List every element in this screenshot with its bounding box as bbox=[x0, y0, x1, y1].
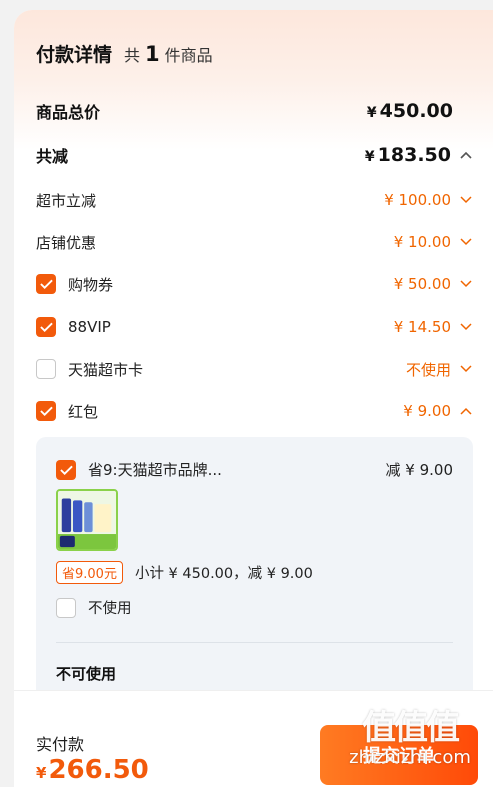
red-packet-checkbox[interactable] bbox=[36, 401, 56, 421]
total-price-value: ¥450.00 bbox=[366, 100, 453, 122]
chevron-up-icon[interactable] bbox=[457, 404, 475, 418]
chevron-down-icon[interactable] bbox=[457, 193, 475, 207]
total-price-label: 商品总价 bbox=[36, 103, 101, 122]
coupon-title: 省9:天猫超市品牌... bbox=[88, 461, 222, 479]
check-icon bbox=[59, 465, 73, 475]
discount-label: 88VIP bbox=[68, 318, 111, 336]
vip-checkbox[interactable] bbox=[36, 317, 56, 337]
sheet-header: 付款详情 共 1 件商品 bbox=[36, 40, 213, 67]
no-use-checkbox[interactable] bbox=[56, 597, 76, 618]
discount-label: 超市立减 bbox=[36, 191, 97, 210]
check-icon bbox=[39, 322, 53, 332]
unavailable-section-title: 不可使用 bbox=[56, 665, 117, 683]
sheet-header-gradient bbox=[14, 10, 493, 150]
page-title: 付款详情 bbox=[36, 44, 113, 66]
savings-tag: 省9.00元 bbox=[56, 561, 123, 584]
item-count: 共 1 件商品 bbox=[124, 42, 213, 66]
submit-order-button[interactable]: 提交订单 bbox=[320, 725, 478, 785]
chevron-down-icon[interactable] bbox=[457, 362, 475, 376]
checkout-footer: 实付款 ¥266.50 提交订单 bbox=[14, 690, 493, 787]
total-discount-label: 共减 bbox=[36, 147, 69, 166]
chevron-down-icon[interactable] bbox=[457, 320, 475, 334]
discount-value: ¥ 9.00 bbox=[403, 402, 451, 420]
discount-row-store[interactable]: 店铺优惠 ¥ 10.00 bbox=[36, 228, 475, 256]
coupon-subtotal: 小计 ¥ 450.00，减 ¥ 9.00 bbox=[134, 566, 313, 582]
discount-value: ¥ 50.00 bbox=[393, 275, 451, 293]
coupon-checkbox[interactable] bbox=[56, 459, 76, 480]
pay-label: 实付款 bbox=[36, 735, 85, 754]
discount-row-voucher[interactable]: 购物券 ¥ 50.00 bbox=[36, 270, 475, 298]
discount-value: ¥ 14.50 bbox=[393, 318, 451, 336]
no-use-label: 不使用 bbox=[88, 601, 132, 617]
coupon-minus-amount: 减 ¥ 9.00 bbox=[385, 461, 453, 479]
coupon-header[interactable]: 省9:天猫超市品牌... 减 ¥ 9.00 bbox=[56, 459, 453, 480]
check-icon bbox=[39, 279, 53, 289]
discount-label: 红包 bbox=[68, 402, 99, 421]
discount-label: 购物券 bbox=[68, 275, 114, 294]
discount-row-supermarket[interactable]: 超市立减 ¥ 100.00 bbox=[36, 186, 475, 214]
coupon-no-use-option[interactable]: 不使用 bbox=[56, 597, 132, 618]
pay-amount: ¥266.50 bbox=[36, 755, 149, 785]
payment-details-sheet: 付款详情 共 1 件商品 商品总价 ¥450.00 共减 ¥183.50 超市立减 … bbox=[14, 10, 493, 787]
coupon-tag-row: 省9.00元 小计 ¥ 450.00，减 ¥ 9.00 bbox=[56, 561, 313, 584]
chevron-down-icon[interactable] bbox=[457, 235, 475, 249]
discount-value: 不使用 bbox=[405, 360, 451, 379]
discount-label: 店铺优惠 bbox=[36, 233, 97, 252]
total-discount-value: ¥183.50 bbox=[364, 144, 451, 166]
discount-row-tmall-card[interactable]: 天猫超市卡 不使用 bbox=[36, 355, 475, 383]
discount-value: ¥ 100.00 bbox=[384, 191, 451, 209]
divider bbox=[56, 642, 453, 643]
total-discount-row[interactable]: 共减 ¥183.50 bbox=[36, 141, 475, 169]
chevron-up-icon[interactable] bbox=[457, 148, 475, 162]
discount-value: ¥ 10.00 bbox=[393, 233, 451, 251]
discount-row-88vip[interactable]: 88VIP ¥ 14.50 bbox=[36, 313, 475, 341]
voucher-checkbox[interactable] bbox=[36, 274, 56, 294]
check-icon bbox=[39, 406, 53, 416]
product-thumbnail bbox=[56, 489, 118, 551]
chevron-down-icon[interactable] bbox=[457, 277, 475, 291]
discount-row-red-packet[interactable]: 红包 ¥ 9.00 bbox=[36, 397, 475, 425]
discount-label: 天猫超市卡 bbox=[68, 360, 144, 379]
tmall-card-checkbox[interactable] bbox=[36, 359, 56, 379]
total-price-row: 商品总价 ¥450.00 bbox=[36, 97, 475, 125]
